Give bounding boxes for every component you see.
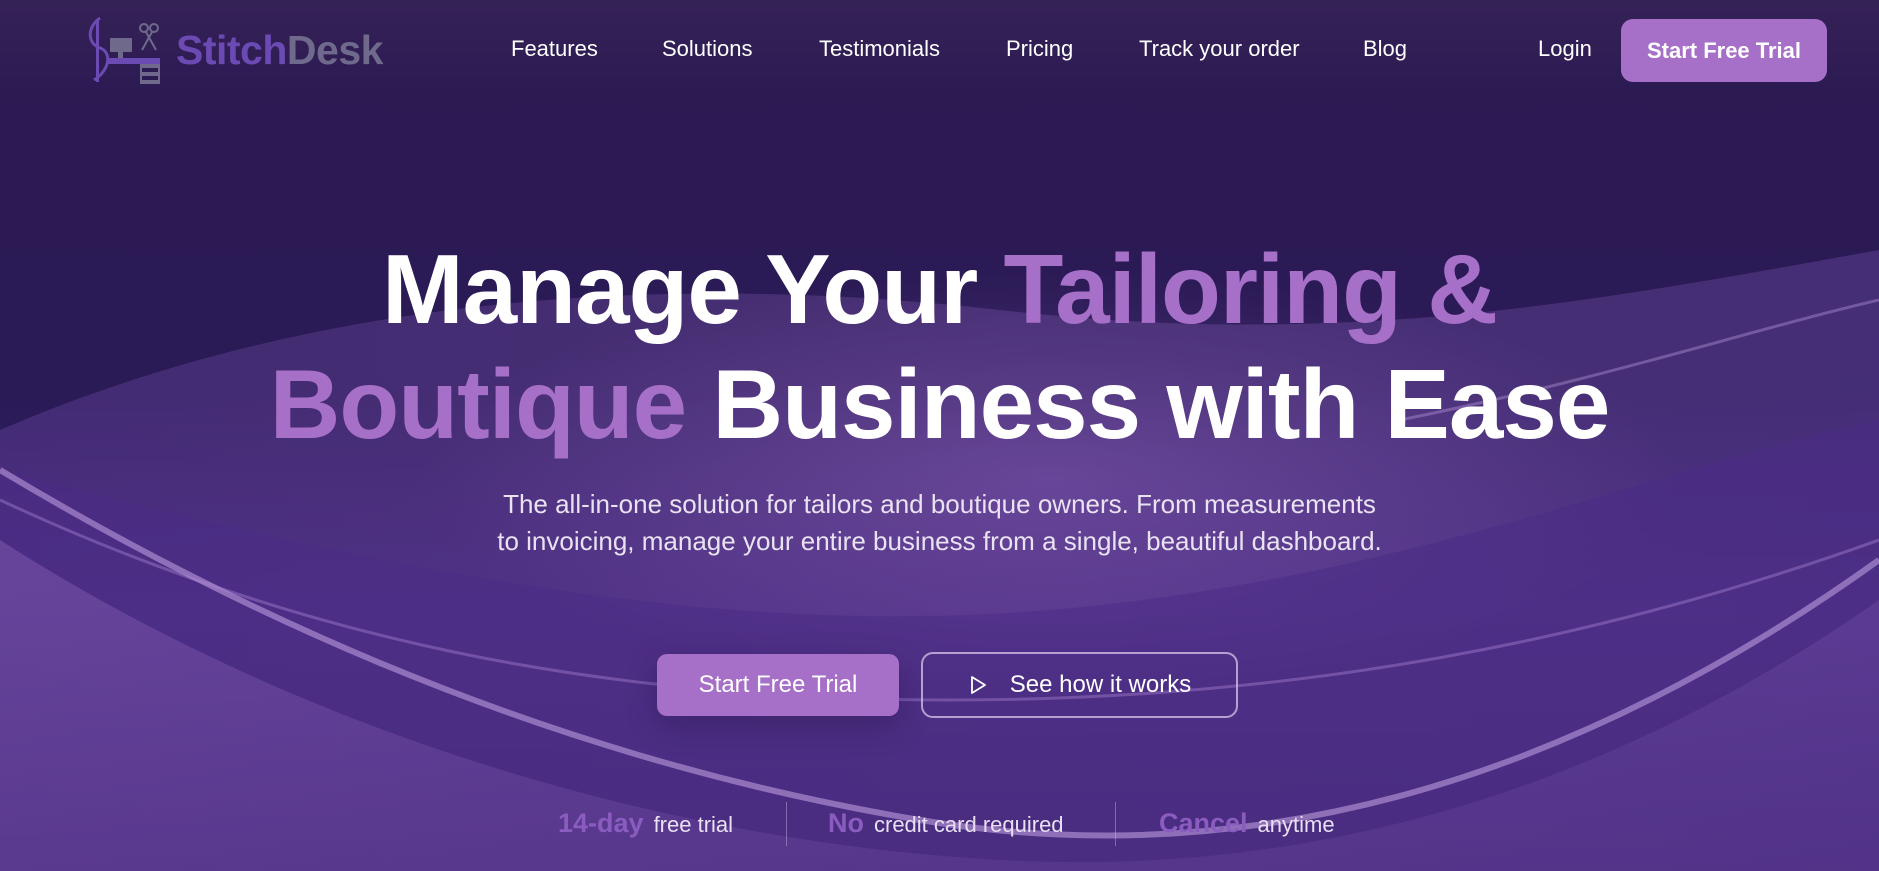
nav-testimonials[interactable]: Testimonials: [819, 36, 940, 62]
nav-blog[interactable]: Blog: [1363, 36, 1407, 62]
trust-item-cancel: Cancel anytime: [1159, 808, 1335, 839]
nav-solutions[interactable]: Solutions: [662, 36, 753, 62]
brand-name-part2: Desk: [286, 26, 384, 73]
login-link[interactable]: Login: [1538, 36, 1592, 62]
see-how-it-works-label: See how it works: [1009, 671, 1192, 698]
header-start-trial-button[interactable]: Start Free Trial: [1621, 19, 1827, 82]
hero-title: Manage Your Tailoring & Boutique Busines…: [0, 232, 1879, 462]
trust-text-trial: free trial: [653, 812, 734, 837]
brand-name-part1: Stitch: [176, 26, 287, 73]
trust-divider-2: [1115, 802, 1116, 846]
hero-title-line-1: Manage Your Tailoring &: [0, 232, 1879, 347]
nav-pricing[interactable]: Pricing: [1006, 36, 1073, 62]
nav-track-order[interactable]: Track your order: [1139, 36, 1300, 62]
trust-badges: 14-day free trial No credit card require…: [0, 800, 1879, 848]
hero-title-accent-2: Boutique: [269, 349, 688, 459]
trust-item-trial: 14-day free trial: [558, 808, 733, 839]
hero-title-white-2: Business with Ease: [686, 349, 1610, 459]
trust-text-cancel: anytime: [1257, 812, 1335, 837]
see-how-it-works-button[interactable]: See how it works: [921, 652, 1238, 718]
hero-title-line-2: Boutique Business with Ease: [0, 347, 1879, 462]
play-icon: [970, 676, 986, 694]
brand-name: StitchDesk: [176, 27, 383, 74]
brand-logo[interactable]: StitchDesk: [74, 10, 383, 90]
hero-subtitle: The all-in-one solution for tailors and …: [497, 489, 1382, 556]
trust-strong-card: No: [828, 808, 864, 838]
trust-strong-trial: 14-day: [558, 808, 644, 838]
trust-divider-1: [786, 802, 787, 846]
site-header: StitchDesk Features Solutions Testimonia…: [0, 0, 1879, 100]
trust-item-card: No credit card required: [828, 808, 1064, 839]
trust-strong-cancel: Cancel: [1159, 808, 1248, 838]
trust-text-card: credit card required: [874, 812, 1064, 837]
start-free-trial-button[interactable]: Start Free Trial: [657, 654, 899, 716]
hero-title-accent-1: Tailoring &: [1003, 234, 1498, 344]
nav-features[interactable]: Features: [511, 36, 598, 62]
sewing-desk-icon: [88, 16, 160, 84]
hero-title-white-1: Manage Your: [381, 234, 1004, 344]
